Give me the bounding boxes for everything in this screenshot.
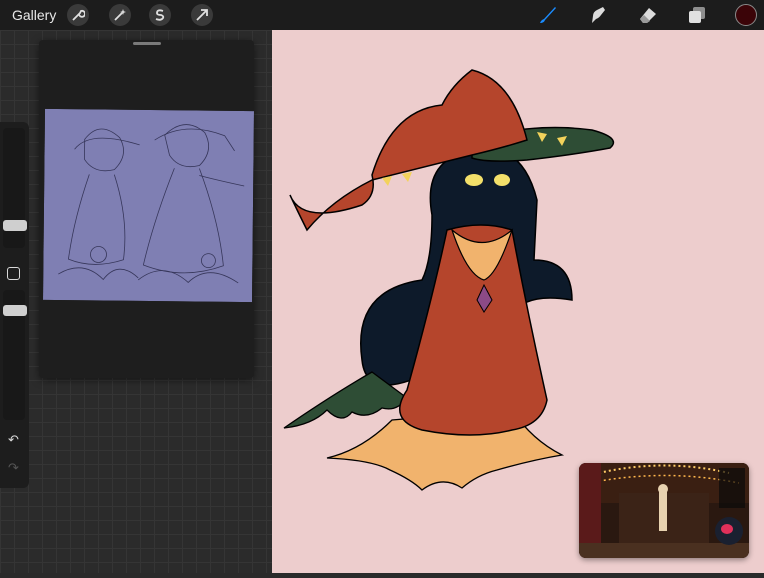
video-frame	[579, 463, 749, 558]
selection-icon[interactable]	[149, 4, 171, 26]
brush-opacity-thumb[interactable]	[3, 305, 27, 316]
undo-icon[interactable]: ↶	[8, 432, 19, 448]
brush-sidebar: ↶ ↷	[0, 122, 29, 488]
brush-size-thumb[interactable]	[3, 220, 27, 231]
brush-icon[interactable]	[537, 4, 559, 26]
gallery-button[interactable]: Gallery	[12, 7, 56, 23]
smudge-icon[interactable]	[587, 4, 609, 26]
eraser-icon[interactable]	[637, 4, 659, 26]
picture-in-picture-video[interactable]	[579, 463, 749, 558]
reference-window-grab-handle[interactable]	[133, 42, 161, 45]
transform-arrow-icon[interactable]	[191, 4, 213, 26]
top-toolbar: Gallery	[0, 0, 764, 30]
reference-sketch-image	[43, 108, 254, 303]
magic-wand-icon[interactable]	[109, 4, 131, 26]
redo-icon[interactable]: ↷	[8, 460, 19, 476]
modify-button[interactable]	[7, 267, 20, 280]
layers-icon[interactable]	[686, 4, 708, 26]
color-swatch-button[interactable]	[735, 4, 757, 26]
wrench-icon[interactable]	[67, 4, 89, 26]
